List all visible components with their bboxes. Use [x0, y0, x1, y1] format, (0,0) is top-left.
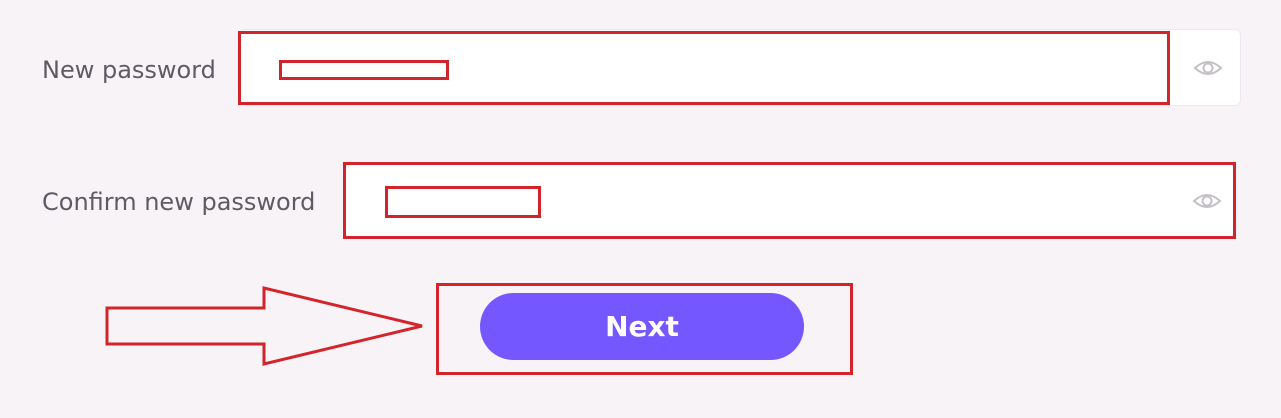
new-password-label: New password	[42, 56, 216, 84]
next-button[interactable]: Next	[480, 293, 804, 360]
confirm-password-label: Confirm new password	[42, 188, 316, 216]
arrow-annotation	[105, 286, 423, 366]
eye-icon[interactable]	[1193, 58, 1223, 78]
annotation-frame-confirm-password	[343, 162, 1236, 239]
annotation-frame-new-password	[238, 31, 1170, 105]
